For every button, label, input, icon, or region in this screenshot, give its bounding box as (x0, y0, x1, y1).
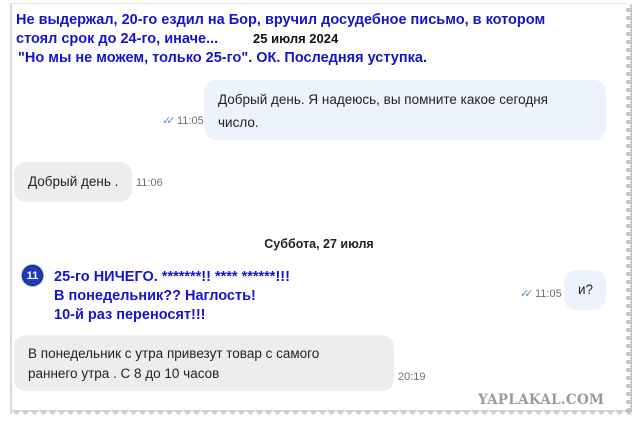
message-time: 11:06 (136, 177, 163, 189)
annotation-line-1: 25-го НИЧЕГО. *******!! **** ******!!! (54, 269, 290, 285)
message-line: число. (218, 115, 259, 130)
number-badge: 11 (22, 265, 43, 286)
message-line: Добрый день. Я надеюсь, вы помните какое… (218, 92, 548, 107)
message-time: 20:19 (398, 371, 426, 383)
message-bubble-incoming[interactable]: В понедельник с утра привезут товар с са… (14, 335, 394, 391)
caption-line-1: Не выдержал, 20-го ездил на Бор, вручил … (16, 12, 546, 28)
day-separator: Суббота, 27 июля (264, 237, 374, 251)
annotation-line-3: 10-й раз переносят!!! (54, 307, 206, 323)
header-date: 25 июля 2024 (253, 31, 339, 46)
caption-line-3: "Но мы не можем, только 25-го". ОК. Посл… (18, 50, 427, 66)
message-bubble-outgoing[interactable]: Добрый день. Я надеюсь, вы помните какое… (204, 80, 606, 140)
double-check-icon: ✓✓ (520, 288, 534, 300)
double-check-icon: ✓✓ (162, 115, 176, 127)
message-bubble-outgoing[interactable]: и? (564, 270, 606, 310)
annotation-line-2: В понедельник?? Наглость! (54, 288, 256, 304)
caption-line-2: стоял срок до 24-го, иначе... (16, 31, 219, 47)
watermark: YAPLAKAL.COM (478, 392, 605, 408)
chat-screenshot: Не выдержал, 20-го ездил на Бор, вручил … (12, 4, 626, 413)
message-line: и? (578, 282, 594, 297)
message-line: Добрый день . (28, 174, 119, 189)
message-time: 11:05 (177, 115, 204, 127)
message-time: 11:05 (535, 288, 562, 300)
message-line: раннего утра . С 8 до 10 часов (28, 366, 220, 381)
message-bubble-incoming[interactable]: Добрый день . (14, 162, 132, 202)
frame-torn-right-edge (624, 4, 632, 416)
frame-torn-bottom-edge (12, 410, 632, 419)
